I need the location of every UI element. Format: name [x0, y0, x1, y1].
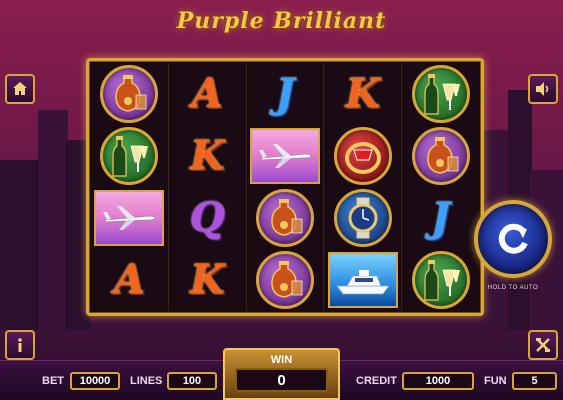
symbol-k: K — [189, 132, 225, 179]
fun-value: 5 — [512, 372, 557, 390]
reel-cell — [324, 125, 401, 187]
home-icon — [13, 82, 27, 95]
reel-2: AKQK — [169, 63, 247, 311]
ring-icon — [333, 127, 392, 185]
lines-value[interactable]: 100 — [167, 372, 217, 390]
jet-icon — [94, 190, 165, 246]
info-button[interactable] — [5, 330, 35, 360]
reel-cell — [247, 187, 324, 249]
reel-cell — [324, 187, 401, 249]
reel-cell — [91, 187, 168, 249]
symbol-a: A — [191, 70, 223, 117]
spin-icon — [498, 223, 528, 254]
hold-to-auto-label: HOLD TO AUTO — [487, 285, 539, 291]
info-icon — [18, 338, 22, 352]
reel-grid: AAKQKJKJ — [86, 58, 484, 316]
reel-cell: K — [169, 125, 246, 187]
win-panel: WIN 0 — [223, 348, 340, 400]
watch-icon — [333, 189, 392, 247]
reel-3: J — [247, 63, 325, 311]
credit-value: 1000 — [402, 372, 474, 390]
paytable-button[interactable] — [528, 330, 558, 360]
reel-cell: Q — [169, 187, 246, 249]
game-title: Purple Brilliant — [176, 8, 387, 34]
sound-button[interactable] — [528, 74, 558, 104]
symbol-q: Q — [189, 194, 225, 241]
reel-cell — [91, 63, 168, 125]
reel-cell: J — [402, 187, 479, 249]
win-value: 0 — [235, 368, 328, 392]
bet-label: BET — [42, 375, 64, 387]
symbol-k: K — [189, 256, 225, 303]
reel-cell — [402, 63, 479, 125]
reel-cell — [247, 125, 324, 187]
paytable-icon — [536, 338, 550, 352]
reel-cell — [91, 125, 168, 187]
champagne-icon — [411, 251, 470, 309]
cognac-icon — [255, 189, 314, 247]
champagne-icon — [100, 127, 159, 185]
fun-label: FUN — [484, 375, 507, 387]
reel-cell: A — [169, 63, 246, 125]
reel-cell: K — [324, 63, 401, 125]
reel-cell — [324, 249, 401, 311]
symbol-a: A — [113, 256, 145, 303]
cognac-icon — [100, 65, 159, 123]
reel-cell — [402, 125, 479, 187]
reel-cell: A — [91, 249, 168, 311]
symbol-k: K — [345, 70, 381, 117]
credit-label: CREDIT — [356, 375, 397, 387]
reel-cell: K — [169, 249, 246, 311]
symbol-j: J — [275, 70, 295, 117]
yacht-icon — [327, 252, 398, 308]
symbol-j: J — [431, 194, 451, 241]
reel-4: K — [324, 63, 403, 311]
champagne-icon — [411, 65, 470, 123]
reel-1: A — [91, 63, 169, 311]
reel-cell — [247, 249, 324, 311]
speaker-icon — [536, 82, 549, 96]
home-button[interactable] — [5, 74, 35, 104]
lines-label: LINES — [130, 375, 163, 387]
cognac-icon — [411, 127, 470, 185]
bet-value[interactable]: 10000 — [70, 372, 120, 390]
win-label: WIN — [270, 354, 293, 366]
reel-5: J — [402, 63, 479, 311]
reel-cell — [402, 249, 479, 311]
cognac-icon — [255, 251, 314, 309]
spin-button[interactable] — [474, 200, 552, 278]
jet-icon — [249, 128, 320, 184]
reel-cell: J — [247, 63, 324, 125]
